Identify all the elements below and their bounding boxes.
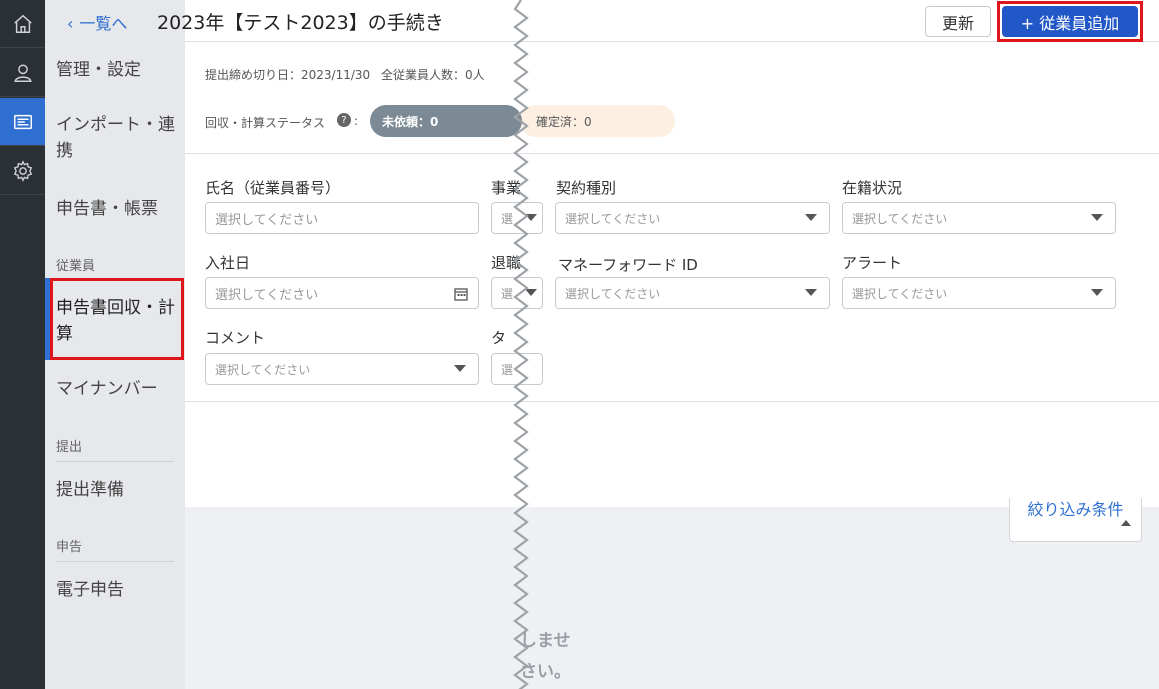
icon-rail xyxy=(0,0,45,689)
chevron-down-icon xyxy=(805,289,817,296)
divider xyxy=(185,153,1159,154)
sidebar: 管理・設定 インポート・連携 申告書・帳票 従業員 申告書回収・計算 マイナンバ… xyxy=(45,0,185,689)
status-not-requested-label: 未依頼：0 xyxy=(382,114,439,129)
document-list-icon xyxy=(13,114,32,129)
chevron-down-icon xyxy=(454,365,466,372)
chevron-down-icon xyxy=(1091,289,1103,296)
chevron-down-icon xyxy=(805,214,817,221)
gear-icon xyxy=(13,159,32,182)
filter-label-join-date: 入社日 xyxy=(205,254,251,272)
contract-filter-select[interactable]: 選択してください xyxy=(555,202,830,234)
divider xyxy=(185,401,1159,402)
screenshot-tear xyxy=(513,0,529,689)
sidebar-divider xyxy=(56,461,174,462)
filter-label-enrollment: 在籍状況 xyxy=(842,179,903,197)
status-label: 回収・計算ステータス xyxy=(205,116,326,130)
home-button[interactable] xyxy=(0,0,45,48)
refresh-button[interactable]: 更新 xyxy=(925,6,991,37)
add-employee-button[interactable]: + 従業員追加 xyxy=(1002,6,1138,37)
calendar-icon xyxy=(454,288,468,301)
filter-label-comment: コメント xyxy=(205,329,266,347)
procedures-button[interactable] xyxy=(0,98,45,146)
chevron-up-icon xyxy=(1121,520,1131,526)
sidebar-item-efiling[interactable]: 電子申告 xyxy=(56,578,181,604)
sidebar-header-report: 申告 xyxy=(56,540,83,555)
employee-count-text: 全従業員人数：0人 xyxy=(381,68,485,82)
employee-button[interactable] xyxy=(0,49,45,97)
alert-filter-select[interactable]: 選択してください xyxy=(842,277,1116,309)
join-date-filter-input[interactable]: 選択してください xyxy=(205,277,479,309)
page-title: 2023年【テスト2023】の手続き xyxy=(157,12,444,34)
help-icon[interactable]: ? xyxy=(337,113,351,127)
sidebar-divider xyxy=(56,561,174,562)
name-filter-input[interactable]: 選択してください xyxy=(205,202,479,234)
sidebar-item-settings[interactable]: 管理・設定 xyxy=(56,58,181,84)
deadline-text: 提出締め切り日：2023/11/30 xyxy=(205,68,371,82)
sidebar-header-employee: 従業員 xyxy=(56,259,96,274)
home-icon xyxy=(13,14,32,33)
filter-label-mfid: マネーフォワード ID xyxy=(558,256,698,274)
filter-toggle-label: 絞り込み条件 xyxy=(1027,500,1124,519)
comment-filter-select[interactable]: 選択してください xyxy=(205,353,479,385)
status-confirmed-label: 確定済：0 xyxy=(536,114,592,129)
sidebar-active-indicator xyxy=(45,278,50,360)
settings-button[interactable] xyxy=(0,147,45,195)
enrollment-filter-select[interactable]: 選択してください xyxy=(842,202,1116,234)
sidebar-item-import[interactable]: インポート・連携 xyxy=(56,113,181,164)
back-link-label: 一覧へ xyxy=(79,14,128,33)
colon-text: : xyxy=(354,114,359,128)
sidebar-item-mynumber[interactable]: マイナンバー xyxy=(56,377,181,403)
status-confirmed-pill[interactable]: 確定済：0 xyxy=(520,105,675,137)
user-icon xyxy=(13,63,32,82)
filter-label-name: 氏名（従業員番号） xyxy=(205,179,341,197)
filter-label-alert: アラート xyxy=(842,254,903,272)
chevron-down-icon xyxy=(1091,214,1103,221)
status-not-requested-pill[interactable]: 未依頼：0 xyxy=(370,105,522,137)
filter-label-contract: 契約種別 xyxy=(556,179,617,197)
back-link[interactable]: ‹ 一覧へ xyxy=(67,10,127,34)
sidebar-header-submit: 提出 xyxy=(56,440,83,455)
mfid-filter-select[interactable]: 選択してください xyxy=(555,277,830,309)
sidebar-item-collection[interactable]: 申告書回収・計算 xyxy=(56,296,181,347)
sidebar-item-forms[interactable]: 申告書・帳票 xyxy=(56,197,181,223)
chevron-left-icon: ‹ xyxy=(67,14,74,33)
sidebar-item-prepare[interactable]: 提出準備 xyxy=(56,478,181,504)
filter-label-tag: タ xyxy=(491,329,507,347)
